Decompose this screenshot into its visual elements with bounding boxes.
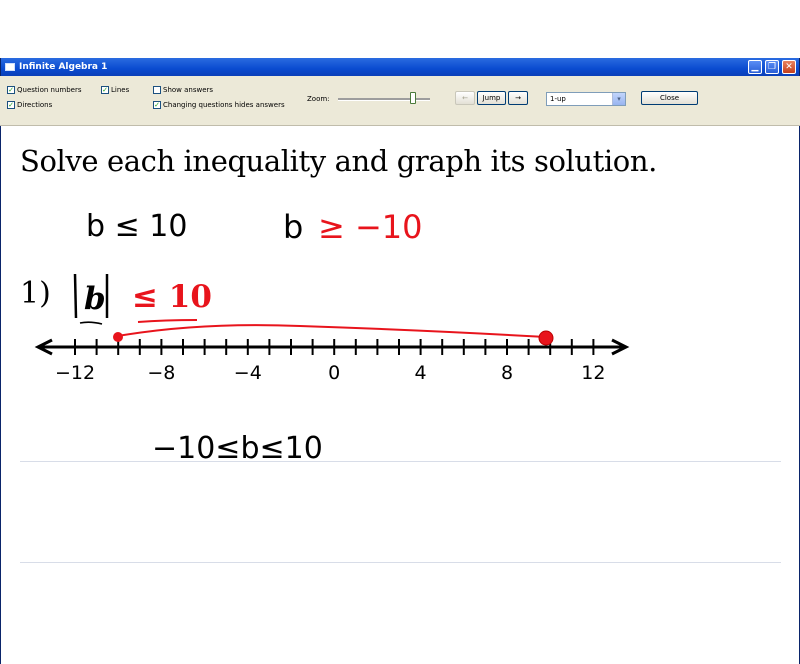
tick-label: 0 <box>328 362 340 384</box>
problem-expression: b ≤ 10 <box>73 273 212 325</box>
tick-label: −4 <box>234 362 262 384</box>
final-answer: −10≤b≤10 <box>152 431 323 466</box>
solution-segment <box>117 324 547 338</box>
closed-endpoint-right <box>538 330 554 346</box>
number-line: −12 −8 −4 0 4 8 12 <box>34 338 630 384</box>
worksheet-ink-layer: b ≤ 10 b ≤ 10 b ≥ −10 −12 −8 −4 0 4 8 12 −10≤b… <box>34 208 630 466</box>
tick-label: 12 <box>581 362 605 384</box>
tick-label: 4 <box>415 362 427 384</box>
problem-variable: b <box>84 281 106 317</box>
closed-endpoint-left <box>113 332 123 342</box>
tick-label: −12 <box>55 362 95 384</box>
handwritten-note-right-var: b <box>283 208 303 246</box>
handwritten-note-left: b ≤ 10 <box>86 209 187 244</box>
problem-inequality: ≤ 10 <box>132 279 212 315</box>
tick-label: −8 <box>147 362 175 384</box>
handwritten-note-right-ineq: ≥ −10 <box>318 208 423 246</box>
tick-label: 8 <box>501 362 513 384</box>
